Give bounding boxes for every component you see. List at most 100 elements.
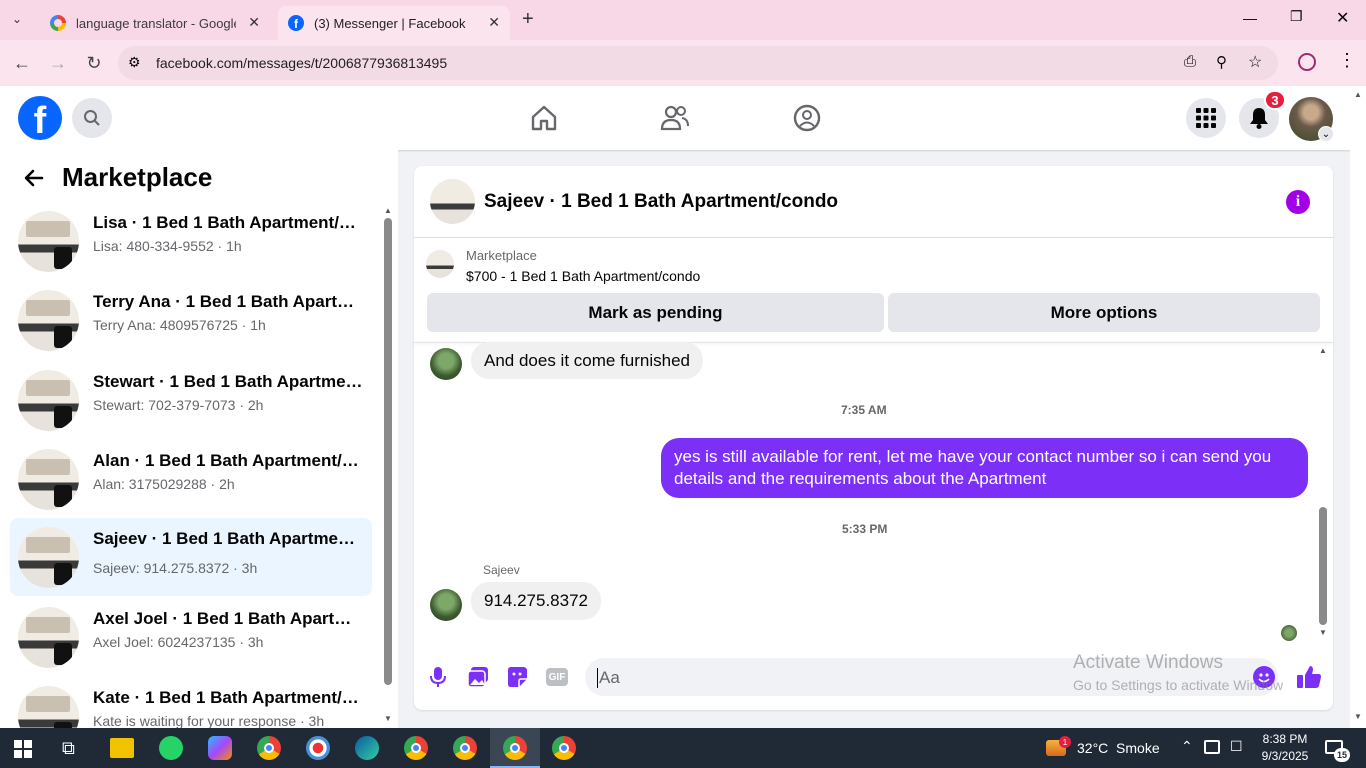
listing-thumbnail bbox=[18, 607, 79, 668]
photo-icon[interactable] bbox=[467, 666, 489, 693]
clock-time[interactable]: 8:38 PM bbox=[1260, 732, 1310, 746]
scroll-down-icon[interactable]: ▼ bbox=[1319, 628, 1327, 637]
chrome-profile-icon[interactable] bbox=[404, 736, 428, 760]
sidebar-scrollbar[interactable] bbox=[384, 218, 392, 685]
facebook-logo-icon[interactable]: f bbox=[18, 96, 62, 140]
profile-icon[interactable] bbox=[1298, 53, 1316, 71]
address-bar-row: ← → ↻ ⚙ facebook.com/messages/t/20068779… bbox=[0, 40, 1366, 86]
weather-text[interactable]: 32°C Smoke bbox=[1077, 740, 1160, 756]
message-timestamp: 7:35 AM bbox=[841, 403, 887, 417]
chevron-up-icon[interactable]: ⌃ bbox=[1181, 738, 1193, 755]
message-bubble-sent[interactable]: yes is still available for rent, let me … bbox=[661, 438, 1308, 498]
weather-badge: 1 bbox=[1059, 736, 1071, 748]
install-icon[interactable]: ⎙ bbox=[1184, 53, 1196, 70]
clock-date[interactable]: 9/3/2025 bbox=[1258, 749, 1312, 763]
chevron-down-icon[interactable]: ⌄ bbox=[1318, 126, 1334, 142]
notification-count-badge: 15 bbox=[1334, 748, 1350, 762]
conversation-item-selected[interactable]: Sajeev · 1 Bed 1 Bath Apartment/... Saje… bbox=[10, 518, 372, 596]
listing-thumbnail bbox=[18, 527, 79, 588]
page-scrollbar[interactable]: ▲ ▼ bbox=[1350, 86, 1366, 728]
file-explorer-icon[interactable] bbox=[110, 738, 134, 758]
bookmark-star-icon[interactable]: ☆ bbox=[1248, 52, 1262, 72]
close-tab-icon[interactable]: ✕ bbox=[248, 14, 260, 31]
sticker-icon[interactable] bbox=[506, 666, 528, 693]
listing-thumbnail[interactable] bbox=[426, 250, 454, 278]
chat-title[interactable]: Sajeev · 1 Bed 1 Bath Apartment/condo bbox=[484, 191, 838, 213]
tab-google[interactable]: language translator - Google Se ✕ bbox=[38, 6, 270, 40]
listing-thumbnail bbox=[18, 686, 79, 728]
windows-taskbar: ⧉ 1 32°C Smoke ⌃ ☐ 8:38 PM 9/3/2025 15 bbox=[0, 728, 1366, 768]
zoom-icon[interactable]: ⚲ bbox=[1216, 53, 1227, 71]
thumbs-up-icon[interactable] bbox=[1296, 664, 1322, 695]
sender-avatar[interactable] bbox=[430, 589, 462, 621]
chrome-icon[interactable] bbox=[257, 736, 281, 760]
tab-messenger[interactable]: f (3) Messenger | Facebook ✕ bbox=[278, 6, 510, 40]
chrome-profile-icon[interactable] bbox=[552, 736, 576, 760]
scroll-down-icon[interactable]: ▼ bbox=[384, 714, 392, 723]
back-arrow-icon[interactable] bbox=[22, 166, 46, 195]
restore-icon[interactable]: ❐ bbox=[1290, 8, 1303, 25]
forward-icon[interactable]: → bbox=[48, 53, 68, 74]
task-view-icon[interactable]: ⧉ bbox=[62, 738, 75, 759]
conversation-item[interactable]: Lisa · 1 Bed 1 Bath Apartment/co... Lisa… bbox=[10, 196, 372, 274]
chat-scrollbar[interactable] bbox=[1319, 507, 1327, 625]
listing-title[interactable]: $700 - 1 Bed 1 Bath Apartment/condo bbox=[466, 268, 700, 284]
menu-grid-icon[interactable] bbox=[1186, 98, 1226, 138]
listing-thumbnail bbox=[18, 290, 79, 351]
windows-start-icon[interactable] bbox=[14, 740, 32, 763]
copilot-icon[interactable] bbox=[208, 736, 232, 760]
conversation-preview: Stewart: 702-379-7073 · 2h bbox=[93, 397, 264, 413]
search-icon[interactable] bbox=[72, 98, 112, 138]
home-icon[interactable] bbox=[530, 104, 558, 137]
edge-icon[interactable] bbox=[355, 736, 379, 760]
mark-pending-button[interactable]: Mark as pending bbox=[427, 293, 884, 332]
listing-source: Marketplace bbox=[466, 248, 537, 263]
message-bubble-received[interactable]: And does it come furnished bbox=[471, 342, 704, 379]
chrome-profile-icon[interactable] bbox=[453, 736, 477, 760]
friends-icon[interactable] bbox=[660, 104, 690, 137]
site-info-icon[interactable]: ⚙ bbox=[128, 54, 141, 71]
groups-icon[interactable] bbox=[793, 104, 821, 137]
conversation-item[interactable]: Axel Joel · 1 Bed 1 Bath Apartme... Axel… bbox=[10, 592, 372, 670]
message-input-placeholder: Aa bbox=[597, 668, 620, 688]
back-icon[interactable]: ← bbox=[12, 53, 32, 74]
chrome-active-icon[interactable] bbox=[503, 736, 527, 760]
listing-thumbnail bbox=[18, 370, 79, 431]
divider bbox=[414, 237, 1333, 238]
battery-icon[interactable] bbox=[1204, 740, 1220, 754]
listing-thumbnail bbox=[18, 449, 79, 510]
more-options-button[interactable]: More options bbox=[888, 293, 1320, 332]
conversation-preview: Axel Joel: 6024237135 · 3h bbox=[93, 634, 264, 650]
scroll-up-icon[interactable]: ▲ bbox=[384, 206, 392, 215]
url-text[interactable]: facebook.com/messages/t/2006877936813495 bbox=[156, 55, 447, 71]
conversation-item[interactable]: Terry Ana · 1 Bed 1 Bath Apartme... Terr… bbox=[10, 275, 372, 353]
conversation-name: Sajeev · 1 Bed 1 Bath Apartment/... bbox=[93, 529, 363, 548]
listing-thumbnail bbox=[18, 211, 79, 272]
close-tab-icon[interactable]: ✕ bbox=[488, 14, 500, 31]
conversation-item[interactable]: Stewart · 1 Bed 1 Bath Apartmen... Stewa… bbox=[10, 355, 372, 433]
close-window-icon[interactable]: ✕ bbox=[1336, 8, 1349, 28]
conversation-preview: Alan: 3175029288 · 2h bbox=[93, 476, 235, 492]
network-icon[interactable]: ☐ bbox=[1230, 738, 1243, 755]
gif-icon[interactable]: GIF bbox=[546, 668, 568, 686]
chat-listing-avatar[interactable] bbox=[430, 179, 475, 224]
minimize-icon[interactable]: — bbox=[1243, 10, 1257, 26]
whatsapp-icon[interactable] bbox=[159, 736, 183, 760]
omnibox[interactable]: ⚙ facebook.com/messages/t/20068779368134… bbox=[118, 46, 1278, 80]
notification-badge: 3 bbox=[1264, 90, 1286, 110]
conversation-item[interactable]: Kate · 1 Bed 1 Bath Apartment/c... Kate … bbox=[10, 671, 372, 728]
sender-avatar[interactable] bbox=[430, 348, 462, 380]
new-tab-icon[interactable]: + bbox=[522, 8, 534, 31]
conversation-name: Stewart · 1 Bed 1 Bath Apartmen... bbox=[93, 372, 363, 391]
conversation-name: Alan · 1 Bed 1 Bath Apartment/c... bbox=[93, 451, 363, 470]
conversation-preview: Sajeev: 914.275.8372 · 3h bbox=[93, 560, 258, 576]
scroll-up-icon[interactable]: ▲ bbox=[1319, 346, 1327, 355]
microphone-icon[interactable] bbox=[430, 666, 446, 693]
conversation-item[interactable]: Alan · 1 Bed 1 Bath Apartment/c... Alan:… bbox=[10, 434, 372, 512]
menu-dots-icon[interactable]: ⋮ bbox=[1338, 50, 1356, 71]
reload-icon[interactable]: ↻ bbox=[84, 53, 104, 74]
paint-icon[interactable] bbox=[306, 736, 330, 760]
message-bubble-received[interactable]: 914.275.8372 bbox=[471, 582, 601, 620]
tab-search-icon[interactable]: ⌄ bbox=[12, 12, 22, 26]
info-icon[interactable]: i bbox=[1286, 190, 1310, 214]
